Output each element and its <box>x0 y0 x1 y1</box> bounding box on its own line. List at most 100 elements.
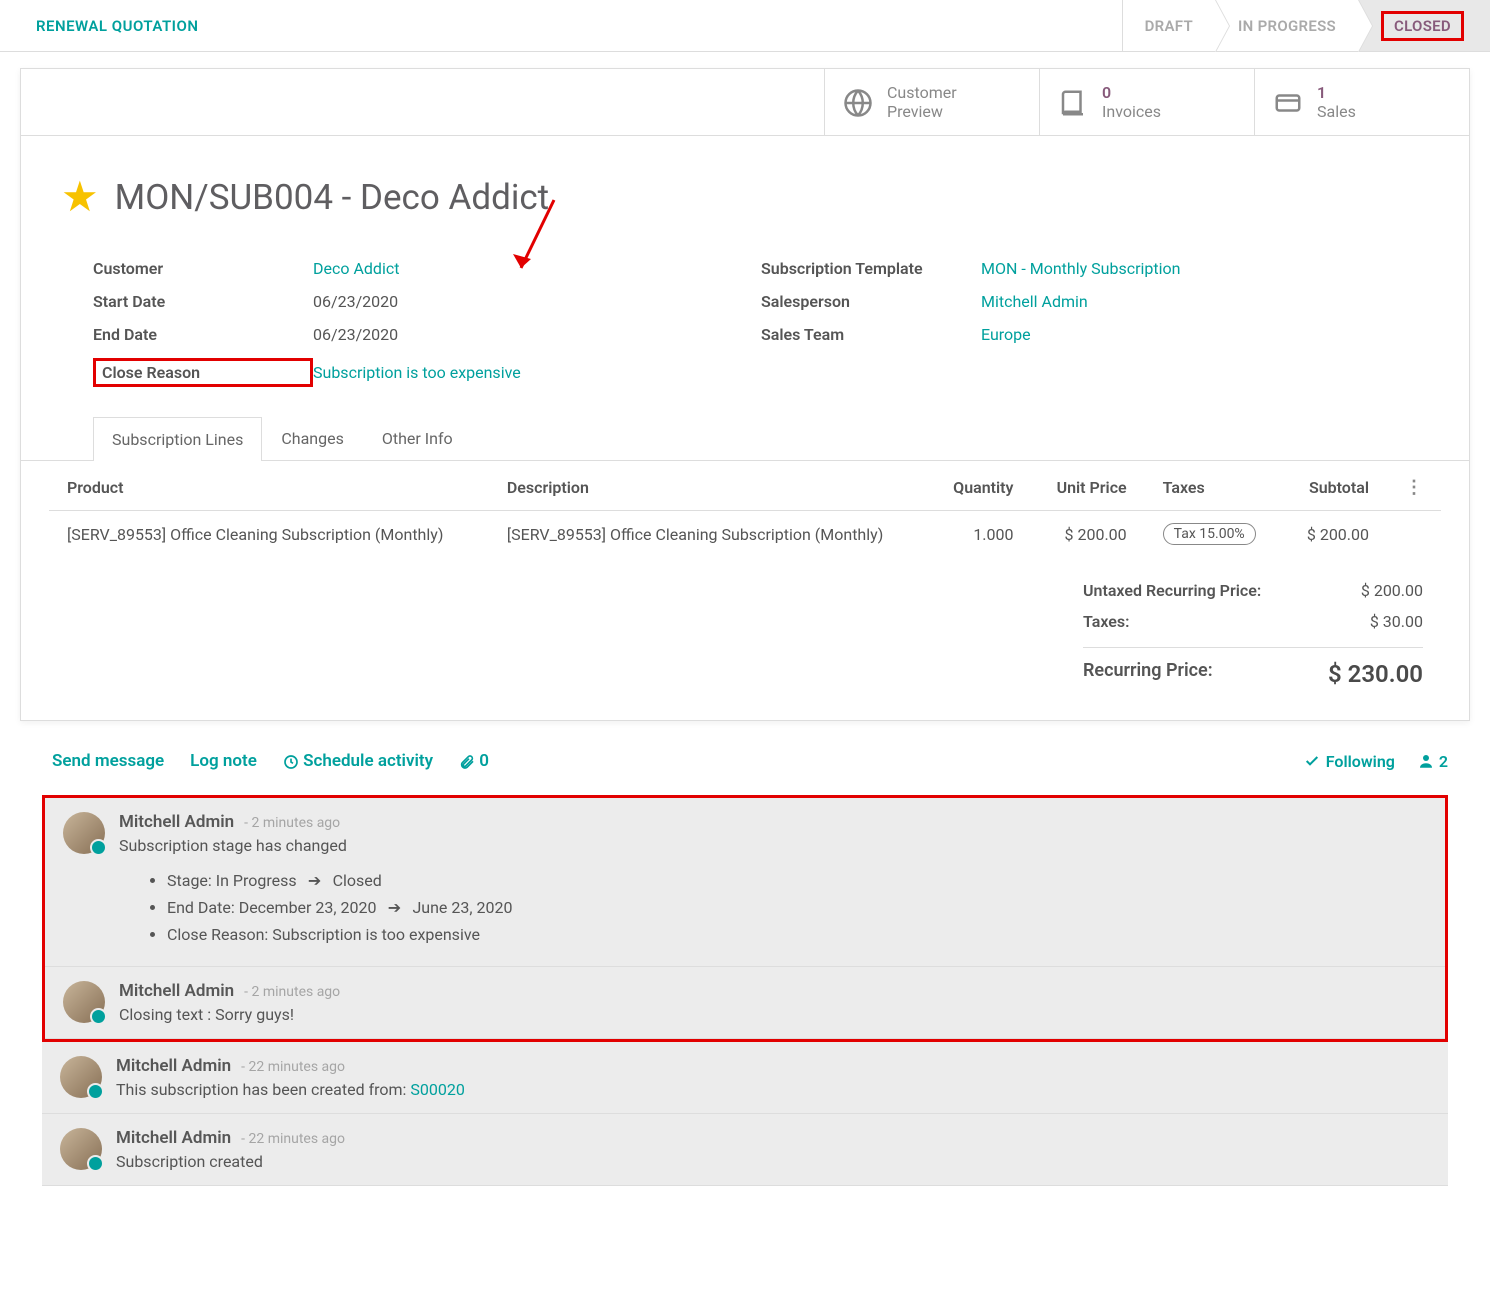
origin-link[interactable]: S00020 <box>410 1080 464 1099</box>
paperclip-icon <box>459 754 475 770</box>
highlighted-messages: Mitchell Admin- 2 minutes ago Subscripti… <box>42 795 1448 1042</box>
recurring-label: Recurring Price: <box>1083 660 1213 688</box>
followers-count: 2 <box>1439 752 1448 771</box>
close-reason-value[interactable]: Subscription is too expensive <box>313 363 521 382</box>
table-row[interactable]: [SERV_89553] Office Cleaning Subscriptio… <box>49 511 1441 558</box>
top-bar: RENEWAL QUOTATION DRAFT IN PROGRESS CLOS… <box>0 0 1490 52</box>
message-item: Mitchell Admin - 22 minutes ago This subs… <box>42 1042 1448 1114</box>
message-item: Mitchell Admin- 2 minutes ago Closing te… <box>45 967 1445 1039</box>
message-author: Mitchell Admin <box>116 1056 231 1076</box>
customer-value[interactable]: Deco Addict <box>313 259 399 278</box>
stage-bar: DRAFT IN PROGRESS CLOSED <box>1122 0 1490 51</box>
message-text: This subscription has been created from:… <box>116 1076 1430 1099</box>
message-time: - 22 minutes ago <box>241 1059 345 1075</box>
cell-subtotal: $ 200.00 <box>1282 511 1387 558</box>
record-card: Customer Preview 0 Invoices 1 Sales ★ M <box>20 68 1470 721</box>
tab-other-info[interactable]: Other Info <box>363 416 472 460</box>
page-title: MON/SUB004 - Deco Addict <box>115 177 549 218</box>
send-message-button[interactable]: Send message <box>52 751 164 771</box>
change-item: End Date: December 23, 2020 ➔ June 23, 2… <box>167 894 1427 921</box>
invoices-button[interactable]: 0 Invoices <box>1039 69 1254 135</box>
person-icon <box>1417 752 1435 770</box>
table-wrap: Product Description Quantity Unit Price … <box>21 461 1469 557</box>
col-subtotal: Subtotal <box>1282 461 1387 511</box>
cell-tax: Tax 15.00% <box>1145 511 1283 558</box>
message-time: - 22 minutes ago <box>241 1131 345 1147</box>
cell-description: [SERV_89553] Office Cleaning Subscriptio… <box>489 511 929 558</box>
close-reason-label: Close Reason <box>93 358 313 387</box>
tab-subscription-lines[interactable]: Subscription Lines <box>93 417 262 461</box>
sales-team-value[interactable]: Europe <box>981 325 1031 344</box>
log-note-button[interactable]: Log note <box>190 751 257 771</box>
col-description: Description <box>489 461 929 511</box>
message-item: Mitchell Admin- 22 minutes ago Subscript… <box>42 1114 1448 1186</box>
customer-preview-label-2: Preview <box>887 102 957 121</box>
cell-quantity: 1.000 <box>929 511 1032 558</box>
stat-row: Customer Preview 0 Invoices 1 Sales <box>21 69 1469 136</box>
message-author: Mitchell Admin <box>119 812 234 832</box>
schedule-activity-button[interactable]: Schedule activity <box>283 751 433 771</box>
title-row: ★ MON/SUB004 - Deco Addict <box>21 136 1469 252</box>
clock-icon <box>283 754 299 770</box>
customer-preview-label-1: Customer <box>887 83 957 102</box>
message-author: Mitchell Admin <box>119 981 234 1001</box>
invoices-label: Invoices <box>1102 102 1161 121</box>
kebab-icon[interactable]: ⋮ <box>1405 477 1423 498</box>
arrow-right-icon: ➔ <box>380 898 408 917</box>
message-author: Mitchell Admin <box>116 1128 231 1148</box>
message-text: Closing text : Sorry guys! <box>119 1001 1427 1024</box>
arrow-right-icon: ➔ <box>301 871 329 890</box>
col-unit-price: Unit Price <box>1032 461 1145 511</box>
schedule-activity-label: Schedule activity <box>303 751 433 771</box>
avatar[interactable] <box>63 812 105 854</box>
sales-label: Sales <box>1317 102 1356 121</box>
message-item: Mitchell Admin- 2 minutes ago Subscripti… <box>45 798 1445 967</box>
customer-preview-button[interactable]: Customer Preview <box>824 69 1039 135</box>
totals: Untaxed Recurring Price: $ 200.00 Taxes: $… <box>21 557 1469 720</box>
col-taxes: Taxes <box>1145 461 1283 511</box>
template-label: Subscription Template <box>761 259 981 278</box>
stage-closed[interactable]: CLOSED <box>1358 0 1490 51</box>
cell-product: [SERV_89553] Office Cleaning Subscriptio… <box>49 511 489 558</box>
sales-team-label: Sales Team <box>761 325 981 344</box>
recurring-value: $ 230.00 <box>1328 660 1423 688</box>
globe-icon <box>843 86 873 117</box>
taxes-value: $ 30.00 <box>1370 612 1423 631</box>
untaxed-label: Untaxed Recurring Price: <box>1083 581 1261 600</box>
stat-spacer <box>21 69 824 135</box>
tabs: Subscription Lines Changes Other Info <box>21 394 1469 461</box>
avatar[interactable] <box>60 1128 102 1170</box>
salesperson-value[interactable]: Mitchell Admin <box>981 292 1088 311</box>
template-value[interactable]: MON - Monthly Subscription <box>981 259 1180 278</box>
message-text: Subscription stage has changed <box>119 836 1427 855</box>
stage-closed-label: CLOSED <box>1381 11 1464 41</box>
star-icon[interactable]: ★ <box>61 172 99 222</box>
tab-changes[interactable]: Changes <box>262 416 363 460</box>
following-label: Following <box>1326 752 1395 771</box>
tax-chip: Tax 15.00% <box>1163 523 1256 545</box>
book-icon <box>1058 86 1088 117</box>
customer-label: Customer <box>93 259 313 278</box>
change-item: Stage: In Progress ➔ Closed <box>167 867 1427 894</box>
lines-table: Product Description Quantity Unit Price … <box>49 461 1441 557</box>
sales-button[interactable]: 1 Sales <box>1254 69 1469 135</box>
renewal-quotation-button[interactable]: RENEWAL QUOTATION <box>36 17 198 35</box>
salesperson-label: Salesperson <box>761 292 981 311</box>
col-quantity: Quantity <box>929 461 1032 511</box>
followers-button[interactable]: 2 <box>1417 752 1448 771</box>
attachments-button[interactable]: 0 <box>459 751 489 771</box>
messages: Mitchell Admin- 2 minutes ago Subscripti… <box>42 795 1448 1186</box>
card-icon <box>1273 86 1303 117</box>
avatar[interactable] <box>60 1056 102 1098</box>
end-date-value: 06/23/2020 <box>313 325 398 344</box>
following-button[interactable]: Following <box>1304 752 1395 771</box>
avatar[interactable] <box>63 981 105 1023</box>
untaxed-value: $ 200.00 <box>1361 581 1423 600</box>
stage-draft[interactable]: DRAFT <box>1122 0 1215 51</box>
fields-grid: CustomerDeco Addict Start Date06/23/2020… <box>21 252 1469 394</box>
col-product: Product <box>49 461 489 511</box>
sales-count: 1 <box>1317 83 1356 102</box>
start-date-value: 06/23/2020 <box>313 292 398 311</box>
stage-in-progress[interactable]: IN PROGRESS <box>1215 0 1358 51</box>
taxes-label: Taxes: <box>1083 612 1129 631</box>
